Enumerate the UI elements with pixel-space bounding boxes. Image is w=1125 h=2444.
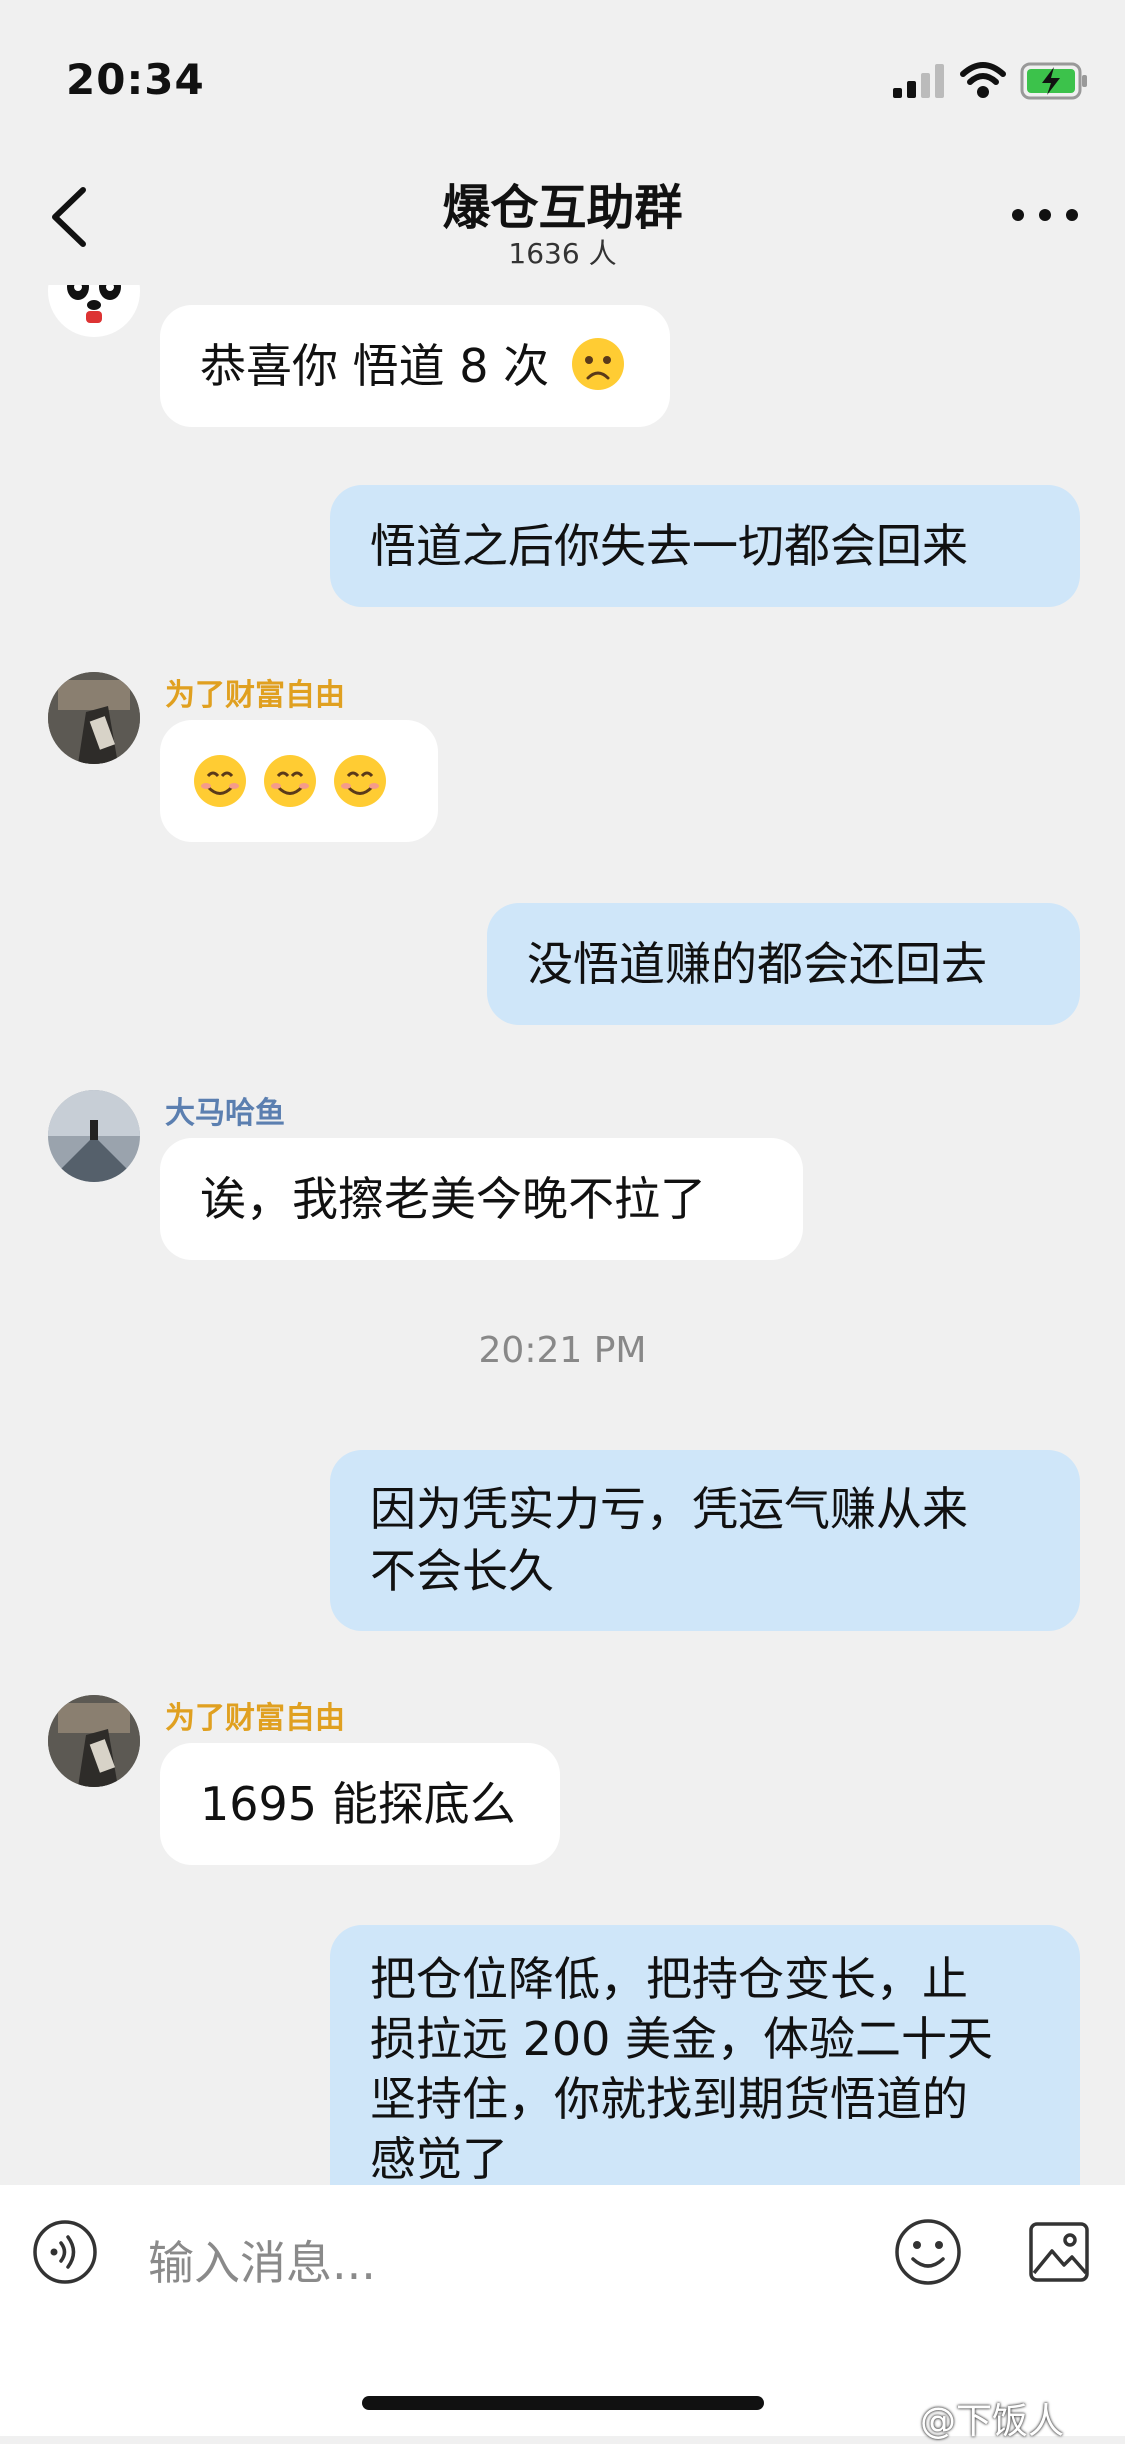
message-timestamp: 20:21 PM (478, 1330, 647, 1371)
message-text: 诶，我擦老美今晚不拉了 (200, 1172, 706, 1226)
message-bubble[interactable]: 因为凭实力亏，凭运气赚从来 不会长久 (330, 1450, 1080, 1631)
smiling-emoji-row (194, 755, 386, 807)
panda-avatar-icon (54, 285, 134, 331)
smiling-face-emoji-icon (194, 755, 246, 807)
avatar-image (48, 1090, 140, 1182)
status-bar: 20:34 (0, 0, 1125, 160)
message-text-line: 因为凭实力亏，凭运气赚从来 (370, 1482, 968, 1536)
message-bubble[interactable]: 悟道之后你失去一切都会回来 (330, 485, 1080, 607)
group-title: 爆仓互助群 (442, 180, 683, 236)
avatar[interactable] (48, 1695, 140, 1787)
message-list[interactable]: 恭喜你 悟道 8 次 悟道之后你失去一切都会回来 为了财富自由 没悟道赚的都会还… (0, 285, 1125, 2185)
member-count: 1636 人 (508, 237, 617, 270)
message-text: 恭喜你 悟道 8 次 (200, 339, 550, 393)
sender-name: 为了财富自由 (165, 1701, 345, 1736)
sender-name: 大马哈鱼 (165, 1096, 285, 1131)
message-text-line: 损拉远 200 美金，体验二十天 (370, 2012, 994, 2066)
message-bubble[interactable] (160, 720, 438, 842)
message-bubble[interactable]: 1695 能探底么 (160, 1743, 560, 1865)
message-bubble[interactable]: 没悟道赚的都会还回去 (487, 903, 1080, 1025)
avatar[interactable] (48, 672, 140, 764)
message-bubble[interactable]: 恭喜你 悟道 8 次 (160, 305, 670, 427)
battery-charging-icon (1020, 62, 1087, 100)
emoji-picker-icon[interactable] (893, 2217, 963, 2287)
cellular-signal-icon (893, 64, 944, 98)
more-options-icon[interactable] (1010, 200, 1080, 230)
avatar[interactable] (48, 285, 140, 337)
voice-input-icon[interactable] (32, 2219, 98, 2285)
message-bubble[interactable]: 诶，我擦老美今晚不拉了 (160, 1138, 803, 1260)
message-text: 悟道之后你失去一切都会回来 (370, 519, 968, 573)
smiling-face-emoji-icon (334, 755, 386, 807)
worried-face-emoji-icon (571, 338, 624, 390)
home-indicator (362, 2396, 764, 2410)
message-text: 没悟道赚的都会还回去 (527, 937, 987, 991)
sender-name: 为了财富自由 (165, 678, 345, 713)
avatar-image (48, 672, 140, 764)
message-text-line: 把仓位降低，把持仓变长，止 (370, 1952, 968, 2006)
image-picker-icon[interactable] (1028, 2221, 1090, 2283)
message-text-line: 不会长久 (370, 1544, 554, 1598)
avatar[interactable] (48, 1090, 140, 1182)
avatar-image (48, 1695, 140, 1787)
message-input[interactable]: 输入消息... (148, 2227, 376, 2293)
message-text: 1695 能探底么 (200, 1777, 516, 1831)
message-text-line: 坚持住，你就找到期货悟道的 (370, 2072, 968, 2126)
wifi-icon (960, 62, 1006, 98)
status-time: 20:34 (66, 55, 205, 104)
chat-header: 爆仓互助群 1636 人 (0, 160, 1125, 285)
message-bubble[interactable]: 把仓位降低，把持仓变长，止 损拉远 200 美金，体验二十天 坚持住，你就找到期… (330, 1925, 1080, 2185)
message-text-line: 感觉了 (370, 2132, 508, 2185)
smiling-face-emoji-icon (264, 755, 316, 807)
watermark: @下饭人 (920, 2401, 1065, 2442)
